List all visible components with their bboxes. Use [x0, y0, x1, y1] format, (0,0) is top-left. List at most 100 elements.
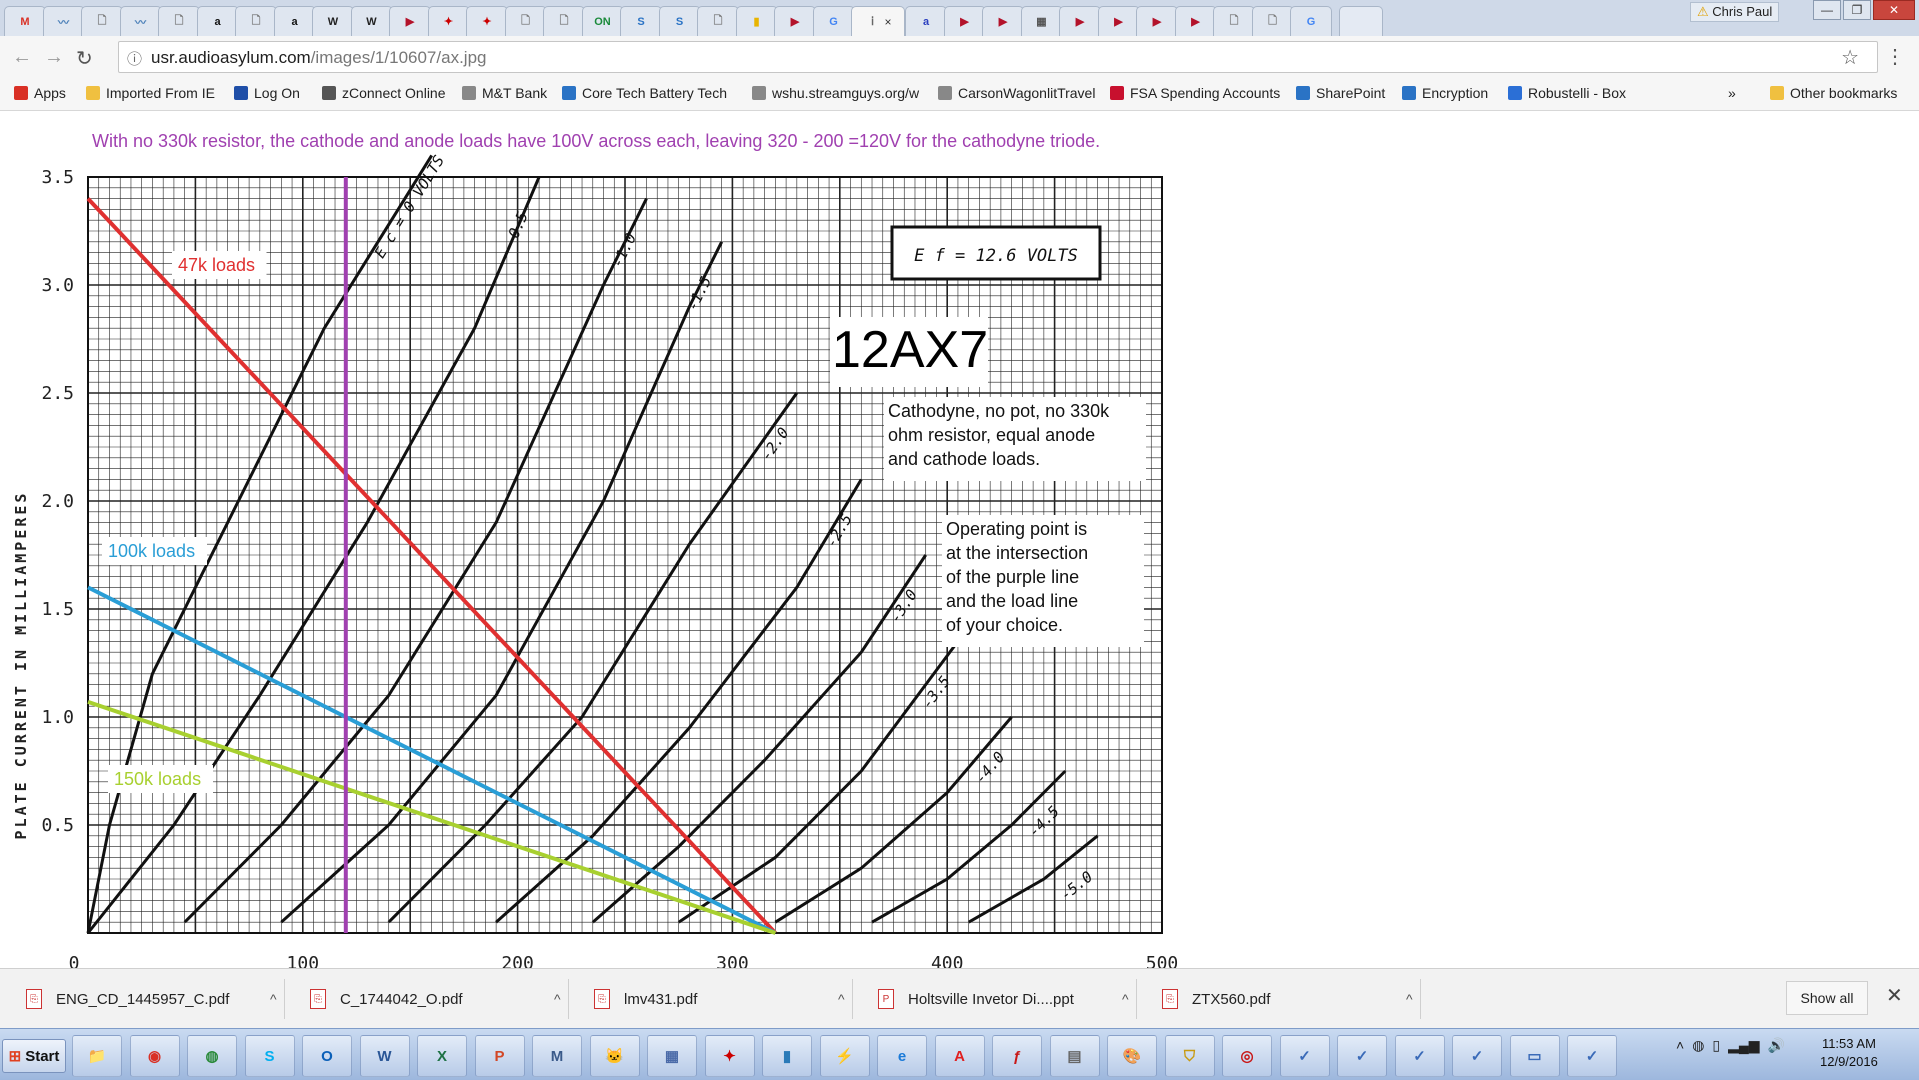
- bookmarks-overflow-chevron[interactable]: »: [1728, 85, 1736, 101]
- restore-button[interactable]: ❐: [1843, 0, 1871, 20]
- download-menu-chevron-icon[interactable]: ^: [1122, 991, 1129, 1007]
- window-close-button[interactable]: ✕: [1873, 0, 1915, 20]
- browser-tab[interactable]: S: [620, 6, 662, 36]
- bookmark-item[interactable]: wshu.streamguys.org/w: [752, 85, 919, 101]
- show-all-downloads-button[interactable]: Show all: [1786, 981, 1868, 1015]
- mathcad-icon[interactable]: M: [532, 1035, 582, 1077]
- address-bar[interactable]: ⓘ usr.audioasylum.com/images/1/10607/ax.…: [118, 41, 1878, 73]
- browser-tab[interactable]: ▶: [774, 6, 816, 36]
- start-button[interactable]: ⊞ Start: [2, 1039, 66, 1073]
- ltspice-icon[interactable]: ✓: [1567, 1035, 1617, 1077]
- bookmark-item[interactable]: SharePoint: [1296, 85, 1385, 101]
- close-download-bar-icon[interactable]: ✕: [1886, 983, 1903, 1008]
- bookmark-star-icon[interactable]: ☆: [1841, 45, 1859, 70]
- explorer-folder-icon[interactable]: 📁: [72, 1035, 122, 1077]
- browser-tab[interactable]: ▶: [1174, 6, 1217, 36]
- battery-icon[interactable]: ▯: [1712, 1037, 1720, 1054]
- browser-tab[interactable]: a: [196, 6, 239, 36]
- download-item[interactable]: ⎘ C_1744042_O.pdf ^: [310, 987, 561, 1011]
- ltspice-icon[interactable]: ✓: [1337, 1035, 1387, 1077]
- media-icon[interactable]: ◎: [1222, 1035, 1272, 1077]
- browser-tab[interactable]: ON: [581, 6, 624, 36]
- browser-tab[interactable]: G: [1290, 6, 1332, 36]
- download-menu-chevron-icon[interactable]: ^: [838, 991, 845, 1007]
- browser-tab[interactable]: W: [350, 6, 393, 36]
- browser-tab[interactable]: S: [658, 6, 701, 36]
- network-tray-icon[interactable]: ◍: [1692, 1037, 1704, 1054]
- cat-icon[interactable]: 🐱: [589, 1035, 640, 1077]
- browser-tab[interactable]: ▶: [1097, 6, 1140, 36]
- bookmark-item[interactable]: zConnect Online: [322, 85, 446, 101]
- other-bookmarks[interactable]: Other bookmarks: [1770, 85, 1897, 101]
- book-icon[interactable]: ▮: [762, 1035, 812, 1077]
- browser-tab[interactable]: W: [312, 6, 354, 36]
- browser-tab[interactable]: 🗋: [158, 6, 200, 36]
- browser-tab[interactable]: ✦: [466, 6, 508, 36]
- browser-tab[interactable]: 〰: [42, 6, 85, 36]
- browser-tab[interactable]: 🗋: [1213, 6, 1255, 36]
- download-item[interactable]: ⎘ ZTX560.pdf ^: [1162, 987, 1413, 1011]
- signal-icon[interactable]: ▂▄▆: [1728, 1037, 1759, 1054]
- tab-close-icon[interactable]: ×: [884, 15, 891, 29]
- paint-icon[interactable]: 🎨: [1107, 1035, 1157, 1077]
- browser-tab[interactable]: 🗋: [1251, 6, 1294, 36]
- browser-tab[interactable]: a: [273, 6, 316, 36]
- download-menu-chevron-icon[interactable]: ^: [270, 991, 277, 1007]
- ltspice-icon[interactable]: ✓: [1452, 1035, 1502, 1077]
- back-arrow-icon[interactable]: ←: [12, 46, 32, 69]
- volume-icon[interactable]: 🔊: [1768, 1037, 1785, 1054]
- browser-tab[interactable]: ▶: [943, 6, 986, 36]
- skype-icon[interactable]: S: [244, 1035, 295, 1077]
- minimize-button[interactable]: —: [1813, 0, 1841, 20]
- download-item[interactable]: P Holtsville Invetor Di....ppt ^: [878, 987, 1129, 1011]
- ti-icon[interactable]: ✦: [704, 1035, 755, 1077]
- browser-tab[interactable]: ▶: [1136, 6, 1178, 36]
- profile-button[interactable]: ⚠ Chris Paul: [1690, 2, 1780, 22]
- bookmark-item[interactable]: FSA Spending Accounts: [1110, 85, 1280, 101]
- bookmark-item[interactable]: Core Tech Battery Tech: [562, 85, 727, 101]
- clock[interactable]: 11:53 AM 12/9/2016: [1820, 1035, 1878, 1071]
- flash-icon[interactable]: ƒ: [992, 1035, 1042, 1077]
- browser-tab[interactable]: 🗋: [543, 6, 585, 36]
- network-icon[interactable]: ▦: [647, 1035, 697, 1077]
- chrome-icon[interactable]: ◉: [129, 1035, 180, 1077]
- ltspice-icon[interactable]: ✓: [1394, 1035, 1445, 1077]
- browser-tab[interactable]: G: [812, 6, 855, 36]
- forward-arrow-icon[interactable]: →: [44, 46, 64, 69]
- browser-tab[interactable]: a: [905, 6, 947, 36]
- download-item[interactable]: ⎘ lmv431.pdf ^: [594, 987, 845, 1011]
- bookmark-item[interactable]: Imported From IE: [86, 85, 215, 101]
- powerpoint-icon[interactable]: P: [474, 1035, 525, 1077]
- shield-icon[interactable]: ⛉: [1164, 1035, 1215, 1077]
- browser-tab[interactable]: ▶: [1059, 6, 1101, 36]
- download-item[interactable]: ⎘ ENG_CD_1445957_C.pdf ^: [26, 987, 277, 1011]
- monitor-icon[interactable]: ▭: [1509, 1035, 1560, 1077]
- browser-tab[interactable]: ▮: [735, 6, 778, 36]
- download-menu-chevron-icon[interactable]: ^: [1406, 991, 1413, 1007]
- outlook-icon[interactable]: O: [302, 1035, 352, 1077]
- browser-tab[interactable]: 🗋: [81, 6, 123, 36]
- new-tab-button[interactable]: [1338, 6, 1383, 36]
- lightning-icon[interactable]: ⚡: [819, 1035, 870, 1077]
- bookmark-item[interactable]: Log On: [234, 85, 300, 101]
- bookmark-item[interactable]: M&T Bank: [462, 85, 547, 101]
- browser-tab[interactable]: ▶: [982, 6, 1024, 36]
- excel-icon[interactable]: X: [417, 1035, 467, 1077]
- download-menu-chevron-icon[interactable]: ^: [554, 991, 561, 1007]
- bookmark-item[interactable]: Encryption: [1402, 85, 1488, 101]
- browser-tab[interactable]: ⅰ ×: [851, 6, 905, 36]
- calculator-icon[interactable]: ▤: [1049, 1035, 1100, 1077]
- globe-icon[interactable]: ◍: [187, 1035, 237, 1077]
- ltspice-icon[interactable]: ✓: [1279, 1035, 1330, 1077]
- browser-tab[interactable]: 🗋: [504, 6, 547, 36]
- bookmark-item[interactable]: Apps: [14, 85, 66, 101]
- browser-tab[interactable]: ✦: [427, 6, 470, 36]
- ie-icon[interactable]: e: [877, 1035, 927, 1077]
- info-icon[interactable]: ⓘ: [127, 48, 142, 69]
- bookmark-item[interactable]: Robustelli - Box: [1508, 85, 1626, 101]
- acrobat-icon[interactable]: A: [934, 1035, 985, 1077]
- bookmark-item[interactable]: CarsonWagonlitTravel: [938, 85, 1095, 101]
- browser-tab[interactable]: ▦: [1020, 6, 1063, 36]
- browser-tab[interactable]: 🗋: [235, 6, 277, 36]
- tray-expand-icon[interactable]: ˄: [1676, 1037, 1684, 1054]
